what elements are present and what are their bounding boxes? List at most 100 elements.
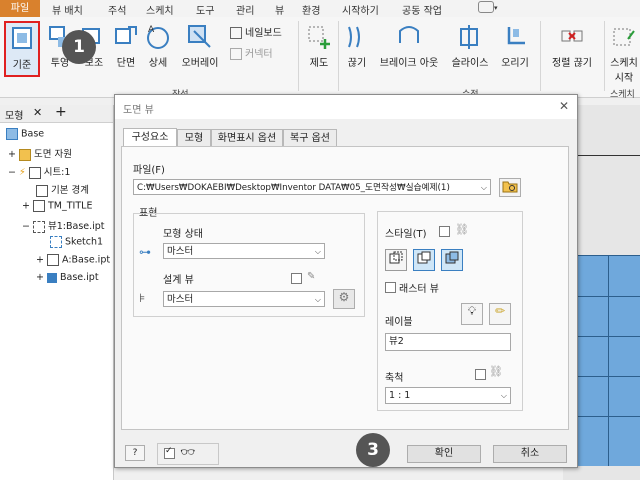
- tree-item-view[interactable]: − 뷰1:Base.ipt: [22, 218, 105, 233]
- collapse-icon[interactable]: −: [22, 221, 30, 232]
- projected-view-label: 투영: [50, 58, 70, 69]
- link-icon: ⛓: [489, 365, 503, 378]
- section-view-button[interactable]: 단면: [110, 23, 142, 69]
- help-button[interactable]: ?: [125, 445, 145, 461]
- preview-checkbox[interactable]: ✓: [164, 446, 175, 459]
- design-view-combo[interactable]: 마스터 ⌵: [163, 291, 325, 307]
- dialog-titlebar[interactable]: 도면 뷰 ✕: [115, 95, 577, 119]
- base-view-icon: [12, 27, 32, 49]
- model-state-combo[interactable]: 마스터 ⌵: [163, 243, 325, 259]
- style-shaded-button[interactable]: [441, 249, 463, 271]
- expand-icon[interactable]: +: [22, 201, 30, 212]
- title-block-icon: [33, 200, 45, 212]
- crop-icon: [507, 27, 525, 45]
- tree-item-title[interactable]: + TM_TITLE: [22, 200, 92, 212]
- browse-button[interactable]: [499, 178, 521, 197]
- nailboard-icon: [230, 27, 242, 39]
- link-icon: ⛓: [455, 223, 469, 236]
- chevron-down-icon[interactable]: ▾: [494, 4, 498, 12]
- break-alignment-button[interactable]: 정렬 끊기: [544, 23, 600, 69]
- detail-view-label: 상세: [148, 58, 168, 69]
- sheet-icon: [28, 166, 41, 179]
- style-from-base-checkbox[interactable]: [439, 226, 450, 237]
- tree-root[interactable]: Base: [6, 128, 44, 140]
- detail-view-button[interactable]: A 상세: [142, 23, 174, 69]
- tree-item-sheet[interactable]: − ⚡ 시트:1: [8, 164, 70, 179]
- pencil-icon: ✏: [494, 304, 506, 318]
- ribbon-separator: [338, 21, 339, 91]
- file-path-combo[interactable]: C:₩Users₩DOKAEBI₩Desktop₩Inventor DATA₩0…: [133, 179, 491, 195]
- menu-view-layout[interactable]: 뷰 배치: [52, 2, 83, 17]
- design-view-association-checkbox[interactable]: [291, 273, 302, 284]
- design-view-settings-button[interactable]: ⚙: [333, 289, 355, 309]
- preview-options-group: ✓ 👓︎: [157, 443, 219, 465]
- break-out-button[interactable]: 브레이크 아웃: [374, 23, 444, 69]
- toggle-label-visibility-button[interactable]: 💡︎: [461, 303, 483, 325]
- draft-view-button[interactable]: 제도: [302, 23, 336, 69]
- menu-sketch[interactable]: 스케치: [146, 2, 174, 17]
- model-browser: [0, 105, 114, 480]
- crop-button[interactable]: 오리기: [496, 23, 534, 69]
- menu-environments[interactable]: 환경: [302, 2, 320, 17]
- edit-label-button[interactable]: ✏: [489, 303, 511, 325]
- tree-item-resources[interactable]: + 도면 자원: [8, 146, 72, 161]
- style-hidden-lines-removed-button[interactable]: [413, 249, 435, 271]
- break-out-label: 브레이크 아웃: [379, 58, 439, 69]
- close-icon[interactable]: ✕: [33, 106, 42, 119]
- start-sketch-label: 스케치: [610, 58, 638, 69]
- expand-icon[interactable]: +: [36, 272, 44, 283]
- menu-tools[interactable]: 도구: [196, 2, 214, 17]
- nailboard-button[interactable]: 네일보드: [230, 24, 282, 39]
- raster-view-checkbox[interactable]: [385, 282, 396, 293]
- browser-tabs: 모형 ✕ +: [0, 104, 113, 123]
- overlay-button[interactable]: 오버레이: [176, 23, 224, 69]
- base-view-button[interactable]: 기준: [4, 21, 40, 77]
- tab-model[interactable]: 모형: [177, 129, 211, 146]
- browser-tab-model[interactable]: 모형: [5, 107, 23, 122]
- tab-recovery-options[interactable]: 복구 옵션: [283, 129, 337, 146]
- break-alignment-label: 정렬 끊기: [552, 58, 592, 69]
- break-button[interactable]: 끊기: [342, 23, 372, 69]
- style-hidden-lines-button[interactable]: [385, 249, 407, 271]
- tab-components[interactable]: 구성요소: [123, 128, 177, 147]
- menu-get-started[interactable]: 시작하기: [342, 2, 379, 17]
- design-view-value: 마스터: [167, 294, 194, 305]
- expand-icon[interactable]: +: [8, 149, 16, 160]
- menu-file[interactable]: 파일: [0, 0, 40, 17]
- menu-bar: 파일 뷰 배치 주석 스케치 도구 관리 뷰 환경 시작하기 공동 작업 ▾: [0, 0, 640, 18]
- tree-item-border[interactable]: 기본 경계: [36, 182, 89, 197]
- cancel-button[interactable]: 취소: [493, 445, 567, 463]
- ribbon-toggle-icon[interactable]: [478, 1, 494, 13]
- menu-manage[interactable]: 관리: [236, 2, 254, 17]
- tab-display-options[interactable]: 화면표시 옵션: [211, 129, 283, 146]
- add-tab-icon[interactable]: +: [55, 104, 67, 120]
- tree-item-base-ipt-label: Base.ipt: [60, 272, 99, 283]
- connector-button[interactable]: 커넥터: [230, 45, 273, 60]
- collapse-icon[interactable]: −: [8, 167, 16, 178]
- slice-button[interactable]: 슬라이스: [448, 23, 492, 69]
- menu-view[interactable]: 뷰: [275, 2, 284, 17]
- chevron-down-icon: ⌵: [500, 391, 507, 400]
- menu-collaborate[interactable]: 공동 작업: [402, 2, 442, 17]
- expand-icon[interactable]: +: [36, 255, 44, 266]
- tree-item-base-ipt[interactable]: + Base.ipt: [36, 272, 99, 283]
- folder-icon: [19, 148, 31, 161]
- view-label-label: 레이블: [385, 317, 413, 328]
- step-callout-3: 3: [356, 433, 390, 467]
- menu-annotate[interactable]: 주석: [108, 2, 126, 17]
- ok-button[interactable]: 확인: [407, 445, 481, 463]
- slice-label: 슬라이스: [451, 58, 489, 69]
- tree-item-a-base-label: A:Base.ipt: [62, 254, 111, 266]
- view-label-input[interactable]: 뷰2: [385, 333, 511, 351]
- scale-from-base-checkbox[interactable]: [475, 369, 486, 380]
- draft-view-icon: [308, 26, 330, 49]
- start-sketch-button[interactable]: 스케치 시작: [608, 23, 640, 84]
- break-label: 끊기: [347, 58, 367, 69]
- glasses-icon: 👓︎: [180, 445, 196, 459]
- model-state-label: 모형 상태: [163, 229, 203, 240]
- scale-combo[interactable]: 1 : 1 ⌵: [385, 387, 511, 404]
- tree-item-a-base[interactable]: + A:Base.ipt: [36, 254, 110, 266]
- tree-item-sketch[interactable]: Sketch1: [50, 236, 103, 248]
- design-view-icon: ⊧: [139, 291, 146, 305]
- dialog-close-icon[interactable]: ✕: [559, 99, 569, 113]
